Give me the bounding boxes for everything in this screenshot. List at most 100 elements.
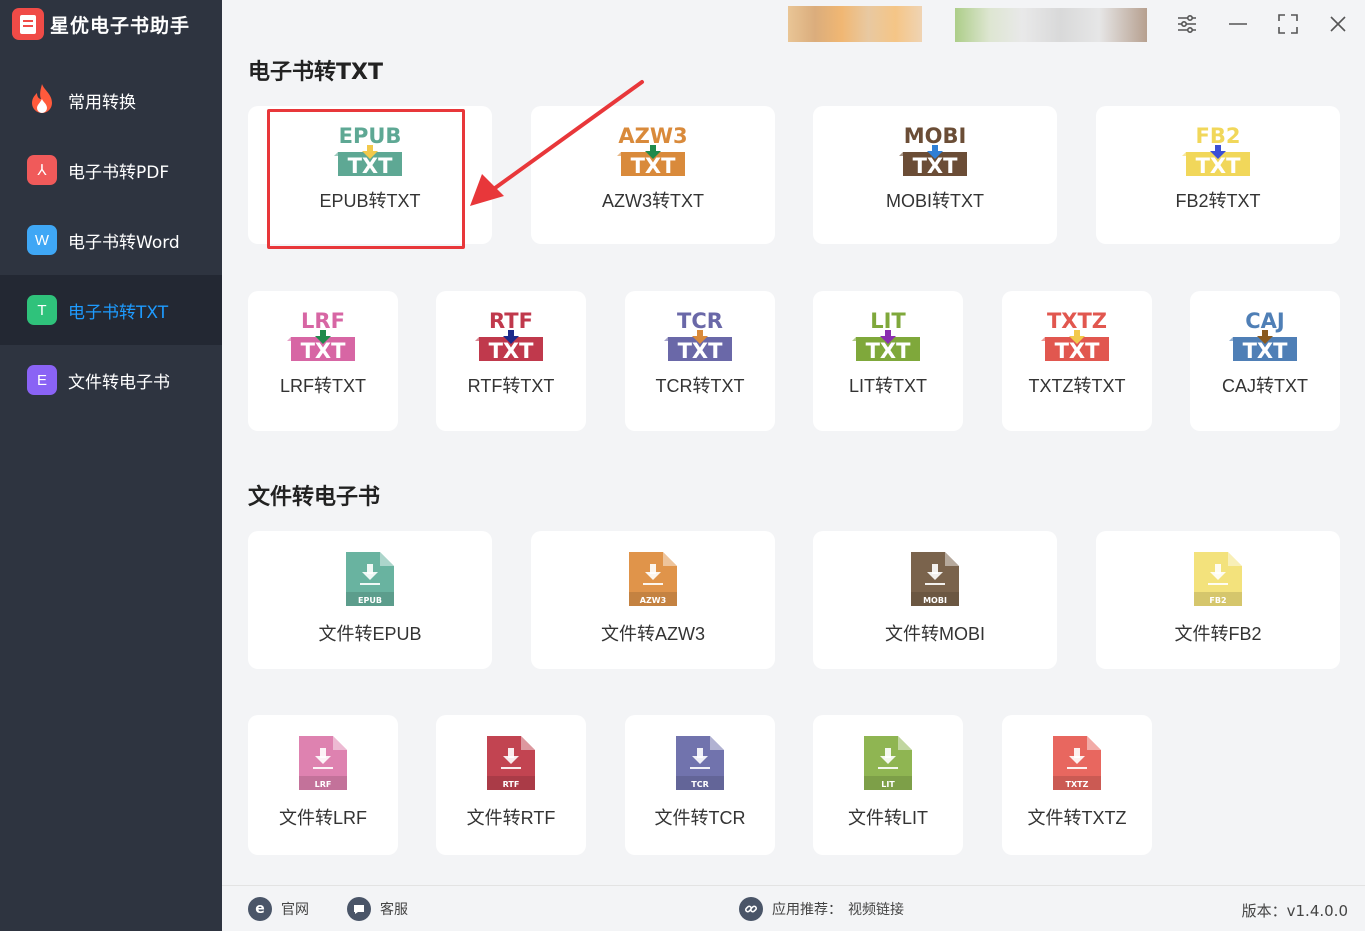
svg-text:TXTZ: TXTZ xyxy=(1066,780,1089,789)
section-title-to-txt: 电子书转TXT xyxy=(248,60,383,85)
svg-text:MOBI: MOBI xyxy=(904,124,967,148)
to-ebook-card-mobi[interactable]: MOBI 文件转MOBI xyxy=(813,531,1057,669)
svg-text:TCR: TCR xyxy=(691,780,709,789)
sidebar: 星优电子书助手 常用转换 ⅄ 电子书转PDF W 电子书转Word T 电子书转TXT E 文件… xyxy=(0,0,222,931)
to-ebook-card-rtf[interactable]: RTF 文件转RTF xyxy=(436,715,586,855)
to-txt-card-lit[interactable]: LIT TXT LIT转TXT xyxy=(813,291,963,431)
svg-text:EPUB: EPUB xyxy=(358,596,382,605)
blurred-user-info[interactable] xyxy=(955,8,1147,42)
svg-text:CAJ: CAJ xyxy=(1245,309,1284,333)
video-link[interactable]: 视频链接 xyxy=(848,899,904,919)
sidebar-item-0[interactable]: 常用转换 xyxy=(0,65,222,135)
svg-text:MOBI: MOBI xyxy=(923,596,947,605)
to-txt-card-fb2[interactable]: FB2 TXT FB2转TXT xyxy=(1096,106,1340,244)
svg-text:RTF: RTF xyxy=(503,780,520,789)
minimize-icon[interactable] xyxy=(1224,10,1252,38)
version-text: 版本：v1.4.0.0 xyxy=(1241,902,1348,920)
pdf-icon: ⅄ xyxy=(27,155,57,185)
footer: e 官网 客服 应用推荐： 视频链接 版本：v1.4.0.0 xyxy=(222,885,1365,931)
settings-sliders-icon[interactable] xyxy=(1173,10,1201,38)
svg-text:FB2: FB2 xyxy=(1209,596,1226,605)
to-ebook-card-txtz[interactable]: TXTZ 文件转TXTZ xyxy=(1002,715,1152,855)
svg-text:LRF: LRF xyxy=(315,780,332,789)
convert-lrf-icon: LRFTXT xyxy=(287,309,355,363)
to-txt-card-txtz[interactable]: TXTZ TXT TXTZ转TXT xyxy=(1002,291,1152,431)
to-ebook-card-fb2[interactable]: FB2 文件转FB2 xyxy=(1096,531,1340,669)
website-label: 官网 xyxy=(281,902,309,918)
sidebar-item-4[interactable]: E 文件转电子书 xyxy=(0,345,222,415)
to-ebook-card-lit[interactable]: LIT 文件转LIT xyxy=(813,715,963,855)
app-logo-icon xyxy=(12,8,44,40)
main-content: 电子书转TXT 文件转电子书 EPUB TXT EPUB转TXT AZW3 TXT AZW… xyxy=(222,48,1365,885)
flame-icon xyxy=(27,84,57,115)
to-ebook-card-tcr[interactable]: TCR 文件转TCR xyxy=(625,715,775,855)
sidebar-item-label: 文件转电子书 xyxy=(68,372,170,393)
to-ebook-card-lrf[interactable]: LRF 文件转LRF xyxy=(248,715,398,855)
card-label: 文件转MOBI xyxy=(884,624,985,644)
doc-tcr-icon: TCR xyxy=(676,736,724,790)
convert-fb2-icon: FB2TXT xyxy=(1182,124,1250,178)
sidebar-nav: 常用转换 ⅄ 电子书转PDF W 电子书转Word T 电子书转TXT E 文件转电子书 xyxy=(0,65,222,415)
card-label: TXTZ转TXT xyxy=(1028,376,1126,396)
svg-text:LIT: LIT xyxy=(881,780,895,789)
doc-rtf-icon: RTF xyxy=(487,736,535,790)
card-label: RTF转TXT xyxy=(467,376,555,396)
card-label: MOBI转TXT xyxy=(886,191,984,211)
convert-txtz-icon: TXTZTXT xyxy=(1041,309,1109,363)
maximize-icon[interactable] xyxy=(1274,10,1302,38)
blurred-user-avatar[interactable] xyxy=(788,6,922,42)
txt-icon: T xyxy=(27,295,57,325)
doc-lit-icon: LIT xyxy=(864,736,912,790)
card-label: 文件转RTF xyxy=(466,808,556,828)
svg-text:LRF: LRF xyxy=(301,309,345,333)
sidebar-item-3[interactable]: T 电子书转TXT xyxy=(0,275,222,345)
svg-text:TCR: TCR xyxy=(677,309,723,333)
card-label: 文件转LRF xyxy=(278,808,367,828)
sidebar-item-label: 电子书转TXT xyxy=(68,302,169,323)
convert-caj-icon: CAJTXT xyxy=(1229,309,1297,363)
to-txt-card-lrf[interactable]: LRF TXT LRF转TXT xyxy=(248,291,398,431)
card-label: 文件转EPUB xyxy=(318,624,422,644)
card-label: LIT转TXT xyxy=(848,376,927,396)
doc-epub-icon: EPUB xyxy=(346,552,394,606)
link-icon xyxy=(739,897,763,921)
to-txt-card-mobi[interactable]: MOBI TXT MOBI转TXT xyxy=(813,106,1057,244)
ebook-icon: E xyxy=(27,365,57,395)
to-txt-card-tcr[interactable]: TCR TXT TCR转TXT xyxy=(625,291,775,431)
svg-text:FB2: FB2 xyxy=(1196,124,1241,148)
card-label: LRF转TXT xyxy=(279,376,366,396)
word-icon: W xyxy=(27,225,57,255)
card-label: 文件转TCR xyxy=(654,808,746,828)
card-label: 文件转TXTZ xyxy=(1027,808,1127,828)
sidebar-item-label: 电子书转PDF xyxy=(68,162,170,183)
chat-icon xyxy=(347,897,371,921)
svg-text:LIT: LIT xyxy=(870,309,906,333)
card-label: CAJ转TXT xyxy=(1221,376,1308,396)
to-ebook-card-epub[interactable]: EPUB 文件转EPUB xyxy=(248,531,492,669)
to-txt-card-caj[interactable]: CAJ TXT CAJ转TXT xyxy=(1190,291,1340,431)
recommend-label: 应用推荐： xyxy=(772,902,842,918)
to-ebook-card-azw3[interactable]: AZW3 文件转AZW3 xyxy=(531,531,775,669)
close-icon[interactable] xyxy=(1324,10,1352,38)
card-label: 文件转LIT xyxy=(847,808,928,828)
svg-text:TXTZ: TXTZ xyxy=(1047,309,1107,333)
svg-text:RTF: RTF xyxy=(489,309,533,333)
recommend-link[interactable]: 应用推荐： 视频链接 xyxy=(739,897,904,921)
doc-azw3-icon: AZW3 xyxy=(629,552,677,606)
app-name: 星优电子书助手 xyxy=(50,14,191,37)
support-label: 客服 xyxy=(380,902,408,918)
website-link[interactable]: e 官网 xyxy=(248,897,309,921)
support-link[interactable]: 客服 xyxy=(347,897,408,921)
card-label: FB2转TXT xyxy=(1175,191,1261,211)
convert-tcr-icon: TCRTXT xyxy=(664,309,732,363)
sidebar-item-2[interactable]: W 电子书转Word xyxy=(0,205,222,275)
pointer-arrow xyxy=(470,80,644,206)
doc-fb2-icon: FB2 xyxy=(1194,552,1242,606)
to-txt-card-rtf[interactable]: RTF TXT RTF转TXT xyxy=(436,291,586,431)
highlight-box xyxy=(267,109,465,249)
doc-mobi-icon: MOBI xyxy=(911,552,959,606)
convert-rtf-icon: RTFTXT xyxy=(475,309,543,363)
sidebar-item-label: 电子书转Word xyxy=(68,232,180,253)
card-label: 文件转AZW3 xyxy=(600,624,705,644)
sidebar-item-1[interactable]: ⅄ 电子书转PDF xyxy=(0,135,222,205)
